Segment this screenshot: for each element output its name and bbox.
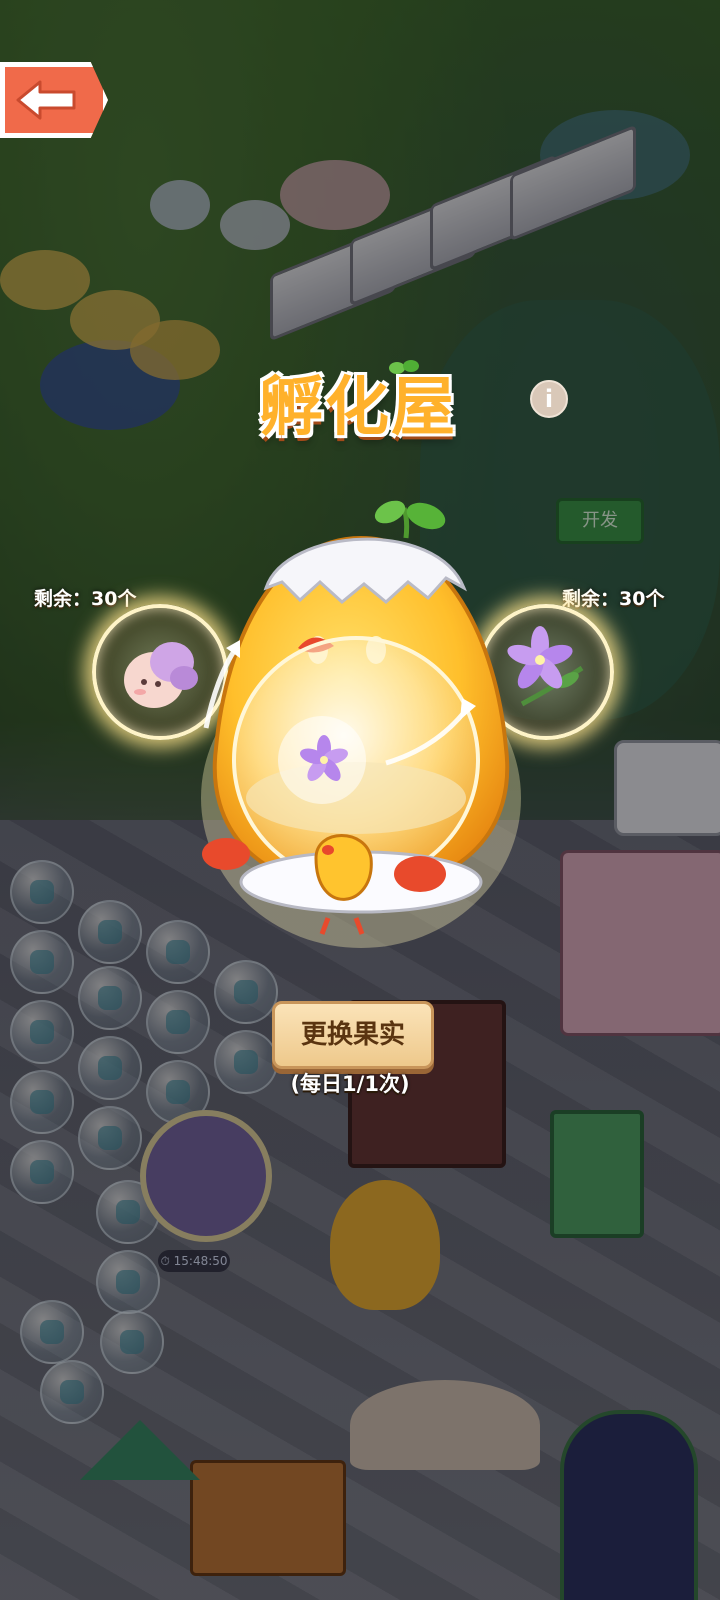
right-remaining-label: 剩余：30个	[562, 588, 665, 610]
daily-limit-label: (每日1/1次)	[290, 1072, 410, 1096]
page-title: 孵化屋	[259, 371, 457, 445]
chick-incubator-icon	[201, 500, 521, 948]
left-remaining-label: 剩余：30个	[34, 588, 137, 610]
swap-fruit-button[interactable]: 更换果实	[272, 1001, 434, 1069]
back-button[interactable]	[0, 62, 108, 138]
info-button[interactable]: i	[530, 380, 568, 418]
leaf-icon	[389, 360, 419, 374]
arrow-left-icon	[16, 80, 76, 120]
